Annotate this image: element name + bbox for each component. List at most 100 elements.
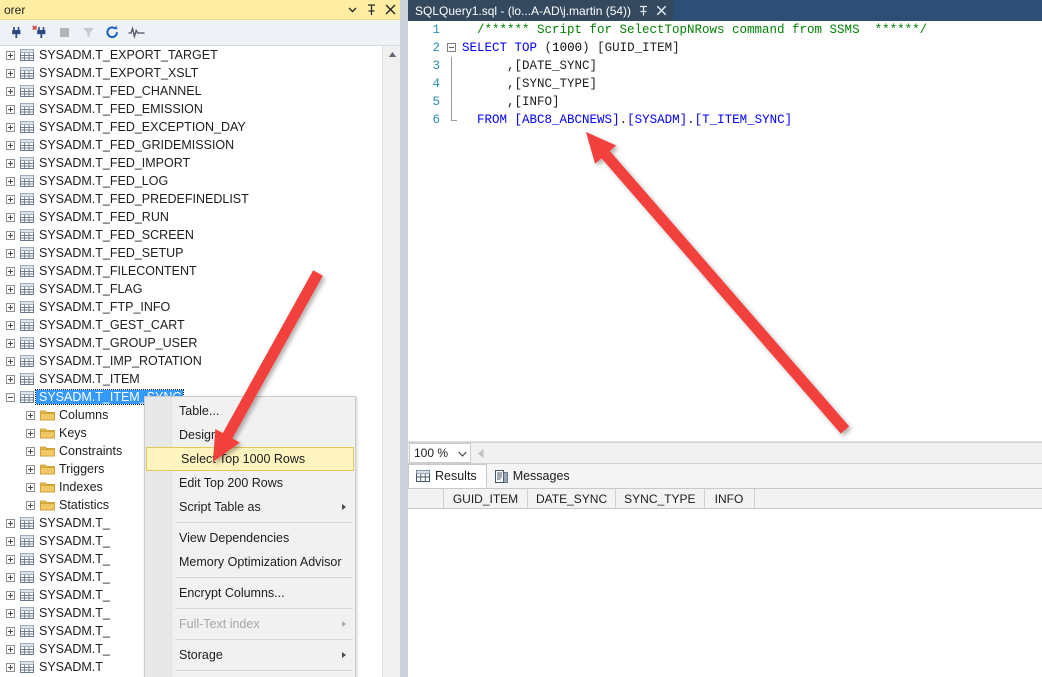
- hscroll-left-arrow-icon[interactable]: [477, 448, 485, 459]
- disconnect-icon[interactable]: [29, 22, 52, 44]
- tree-node[interactable]: SYSADM.T_ITEM: [0, 370, 382, 388]
- activity-monitor-icon[interactable]: [125, 22, 148, 44]
- vertical-splitter[interactable]: [400, 0, 408, 677]
- expand-plus-icon[interactable]: [2, 586, 18, 604]
- expand-plus-icon[interactable]: [2, 298, 18, 316]
- tree-node[interactable]: SYSADM.T_FED_SCREEN: [0, 226, 382, 244]
- code-line[interactable]: 2 SELECT TOP (1000) [GUID_ITEM]: [408, 39, 1042, 57]
- sql-code-editor[interactable]: 1 /****** Script for SelectTopNRows comm…: [408, 21, 1042, 441]
- grid-column-header[interactable]: GUID_ITEM: [444, 489, 528, 508]
- table-icon: [18, 391, 36, 403]
- tree-node[interactable]: SYSADM.T_EXPORT_XSLT: [0, 64, 382, 82]
- pin-icon[interactable]: [362, 1, 381, 19]
- menu-item-view-dependencies[interactable]: View Dependencies: [145, 526, 355, 550]
- expand-plus-icon[interactable]: [2, 154, 18, 172]
- table-context-menu[interactable]: Table... Design Select Top 1000 Rows Edit T…: [144, 396, 356, 677]
- tree-node[interactable]: SYSADM.T_FED_RUN: [0, 208, 382, 226]
- connect-icon[interactable]: [5, 22, 28, 44]
- expand-plus-icon[interactable]: [2, 532, 18, 550]
- expand-plus-icon[interactable]: [2, 352, 18, 370]
- results-grid-body[interactable]: [408, 510, 1042, 677]
- close-icon[interactable]: [656, 5, 667, 16]
- dropdown-icon[interactable]: [343, 1, 362, 19]
- expand-plus-icon[interactable]: [22, 496, 38, 514]
- tree-node[interactable]: SYSADM.T_FTP_INFO: [0, 298, 382, 316]
- submenu-arrow-icon: [342, 504, 346, 510]
- code-line[interactable]: 3 ,[DATE_SYNC]: [408, 57, 1042, 75]
- menu-item-storage[interactable]: Storage: [145, 643, 355, 667]
- expand-plus-icon[interactable]: [2, 640, 18, 658]
- tree-node-label: SYSADM.T_FED_SETUP: [39, 246, 184, 260]
- expand-plus-icon[interactable]: [22, 424, 38, 442]
- object-explorer-scrollbar[interactable]: [382, 46, 400, 677]
- code-line[interactable]: 1 /****** Script for SelectTopNRows comm…: [408, 21, 1042, 39]
- tree-node[interactable]: SYSADM.T_FED_SETUP: [0, 244, 382, 262]
- expand-plus-icon[interactable]: [22, 478, 38, 496]
- expand-plus-icon[interactable]: [2, 514, 18, 532]
- menu-item-select-top-1000-rows[interactable]: Select Top 1000 Rows: [146, 447, 354, 471]
- close-icon[interactable]: [381, 1, 400, 19]
- tree-node[interactable]: SYSADM.T_FED_PREDEFINEDLIST: [0, 190, 382, 208]
- grid-column-header[interactable]: INFO: [704, 489, 755, 508]
- tree-node[interactable]: SYSADM.T_FED_GRIDEMISSION: [0, 136, 382, 154]
- expand-plus-icon[interactable]: [2, 100, 18, 118]
- expand-plus-icon[interactable]: [2, 622, 18, 640]
- expand-plus-icon[interactable]: [22, 460, 38, 478]
- expand-plus-icon[interactable]: [2, 136, 18, 154]
- menu-item-memory-optimization-advisor[interactable]: Memory Optimization Advisor: [145, 550, 355, 574]
- expand-plus-icon[interactable]: [2, 316, 18, 334]
- code-line[interactable]: 6 FROM [ABC8_ABCNEWS].[SYSADM].[T_ITEM_S…: [408, 111, 1042, 129]
- expand-plus-icon[interactable]: [2, 658, 18, 676]
- pin-icon[interactable]: [638, 5, 649, 17]
- expand-plus-icon[interactable]: [2, 604, 18, 622]
- expand-plus-icon[interactable]: [2, 64, 18, 82]
- tree-node[interactable]: SYSADM.T_FED_CHANNEL: [0, 82, 382, 100]
- tree-node[interactable]: SYSADM.T_FLAG: [0, 280, 382, 298]
- table-icon: [18, 265, 36, 277]
- tree-node[interactable]: SYSADM.T_FED_LOG: [0, 172, 382, 190]
- expand-plus-icon[interactable]: [22, 442, 38, 460]
- tab-sqlquery1[interactable]: SQLQuery1.sql - (lo...A-AD\j.martin (54)…: [408, 0, 674, 21]
- expand-plus-icon[interactable]: [2, 280, 18, 298]
- tab-messages[interactable]: Messages: [487, 464, 580, 488]
- expand-plus-icon[interactable]: [2, 46, 18, 64]
- grid-column-header[interactable]: SYNC_TYPE: [616, 489, 705, 508]
- collapse-minus-icon[interactable]: [2, 388, 18, 406]
- code-fold-toggle-icon[interactable]: [446, 39, 460, 57]
- expand-plus-icon[interactable]: [2, 262, 18, 280]
- menu-item-encrypt-columns[interactable]: Encrypt Columns...: [145, 581, 355, 605]
- table-icon: [18, 337, 36, 349]
- tree-node[interactable]: SYSADM.T_FED_EXCEPTION_DAY: [0, 118, 382, 136]
- menu-item-edit-top-200-rows[interactable]: Edit Top 200 Rows: [145, 471, 355, 495]
- menu-item-design[interactable]: Design: [145, 423, 355, 447]
- tree-node[interactable]: SYSADM.T_IMP_ROTATION: [0, 352, 382, 370]
- tree-node[interactable]: SYSADM.T_FILECONTENT: [0, 262, 382, 280]
- refresh-icon[interactable]: [101, 22, 124, 44]
- code-line[interactable]: 4 ,[SYNC_TYPE]: [408, 75, 1042, 93]
- scroll-up-arrow-icon[interactable]: [383, 46, 401, 63]
- tree-node[interactable]: SYSADM.T_GROUP_USER: [0, 334, 382, 352]
- expand-plus-icon[interactable]: [2, 550, 18, 568]
- tree-node[interactable]: SYSADM.T_FED_EMISSION: [0, 100, 382, 118]
- expand-plus-icon[interactable]: [2, 334, 18, 352]
- expand-plus-icon[interactable]: [2, 118, 18, 136]
- tree-node[interactable]: SYSADM.T_FED_IMPORT: [0, 154, 382, 172]
- tree-node-label: Keys: [59, 426, 87, 440]
- expand-plus-icon[interactable]: [2, 370, 18, 388]
- tree-node[interactable]: SYSADM.T_GEST_CART: [0, 316, 382, 334]
- menu-item-script-table-as[interactable]: Script Table as: [145, 495, 355, 519]
- expand-plus-icon[interactable]: [2, 172, 18, 190]
- code-line[interactable]: 5 ,[INFO]: [408, 93, 1042, 111]
- expand-plus-icon[interactable]: [2, 226, 18, 244]
- expand-plus-icon[interactable]: [2, 190, 18, 208]
- tree-node[interactable]: SYSADM.T_EXPORT_TARGET: [0, 46, 382, 64]
- expand-plus-icon[interactable]: [22, 406, 38, 424]
- expand-plus-icon[interactable]: [2, 208, 18, 226]
- zoom-level-select[interactable]: 100 %: [409, 443, 471, 463]
- grid-column-header[interactable]: DATE_SYNC: [528, 489, 617, 508]
- expand-plus-icon[interactable]: [2, 568, 18, 586]
- tab-results[interactable]: Results: [408, 464, 487, 488]
- expand-plus-icon[interactable]: [2, 82, 18, 100]
- menu-item-table[interactable]: Table...: [145, 399, 355, 423]
- expand-plus-icon[interactable]: [2, 244, 18, 262]
